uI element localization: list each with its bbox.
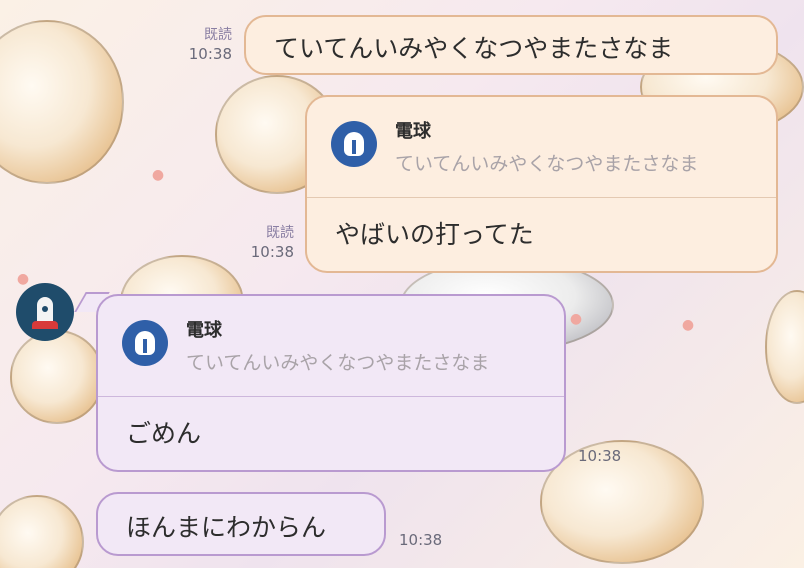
wallpaper-cat-illustration — [0, 20, 124, 184]
message-meta: 既読 10:38 — [230, 224, 294, 262]
lightbulb-icon — [122, 320, 168, 366]
paw-print-icon: ● — [569, 311, 583, 327]
contact-avatar[interactable] — [16, 283, 74, 341]
message-text: ごめん — [126, 419, 202, 448]
wallpaper-cat-illustration — [0, 495, 84, 568]
divider — [98, 396, 564, 397]
read-receipt: 既読 — [266, 225, 294, 241]
wallpaper-cat-illustration — [540, 440, 704, 564]
chat-wallpaper: ● ● ● ● — [0, 0, 804, 568]
read-receipt: 既読 — [204, 27, 232, 43]
lightbulb-icon — [331, 121, 377, 167]
incoming-reply-bubble[interactable]: 電球 ていてんいみやくなつやまたさなま ごめん — [96, 294, 566, 472]
message-time: 10:38 — [399, 531, 443, 549]
wallpaper-cat-illustration — [765, 290, 804, 404]
reply-sender-name: 電球 — [186, 320, 222, 341]
divider — [307, 197, 776, 198]
paw-print-icon: ● — [681, 317, 695, 333]
message-time: 10:38 — [250, 243, 294, 261]
outgoing-reply-bubble[interactable]: 電球 ていてんいみやくなつやまたさなま やばいの打ってた — [305, 95, 778, 273]
wallpaper-cat-illustration — [10, 330, 104, 424]
message-text: ていてんいみやくなつやまたさなま — [274, 34, 674, 63]
message-meta: 既読 10:38 — [168, 26, 232, 64]
paw-print-icon: ● — [151, 167, 165, 183]
outgoing-message-bubble[interactable]: ていてんいみやくなつやまたさなま — [244, 15, 778, 75]
incoming-message-bubble[interactable]: ほんまにわからん — [96, 492, 386, 556]
message-time: 10:38 — [578, 447, 622, 465]
message-text: ほんまにわからん — [126, 513, 327, 542]
reply-quote-card[interactable]: 電球 ていてんいみやくなつやまたさなま — [307, 97, 776, 197]
rocket-icon — [32, 297, 58, 329]
reply-quoted-text: ていてんいみやくなつやまたさなま — [186, 352, 490, 374]
reply-quote-card[interactable]: 電球 ていてんいみやくなつやまたさなま — [98, 296, 564, 396]
message-text: やばいの打ってた — [335, 220, 534, 249]
reply-quoted-text: ていてんいみやくなつやまたさなま — [395, 153, 699, 175]
message-time: 10:38 — [188, 45, 232, 63]
paw-print-icon: ● — [16, 271, 30, 287]
reply-sender-name: 電球 — [395, 121, 431, 142]
